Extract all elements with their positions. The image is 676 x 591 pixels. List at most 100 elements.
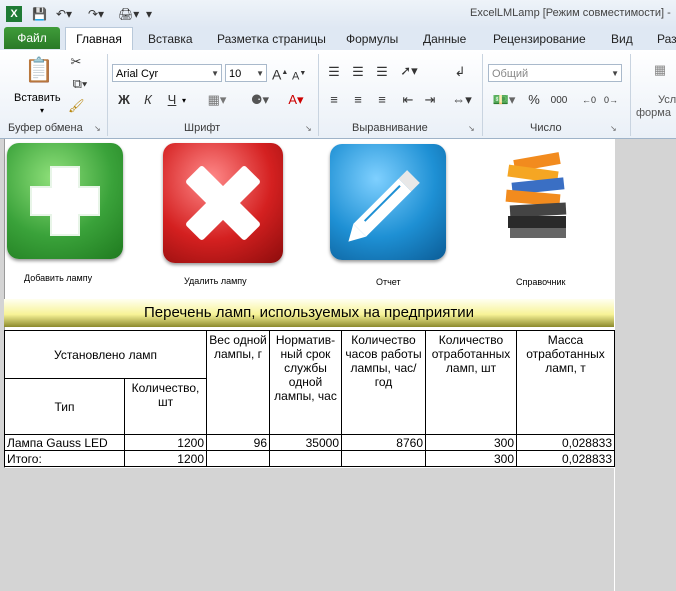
customize-toolbar-icon[interactable]: ▾: [146, 6, 152, 22]
italic-button[interactable]: К: [140, 92, 156, 108]
orientation-icon[interactable]: ➚▾: [398, 63, 420, 79]
bold-button[interactable]: Ж: [116, 92, 132, 108]
separator: [482, 54, 483, 136]
borders-icon[interactable]: ▦▾: [206, 92, 228, 108]
font-name-select[interactable]: Arial Cyr ▼: [112, 64, 222, 82]
header-work-hours: Количество часов работы лампы, час/год: [341, 330, 426, 435]
header-quantity: Количество, шт: [124, 378, 207, 435]
lamps-table: Установлено ламп Вес одной лампы, г Норм…: [4, 330, 615, 467]
align-left-icon[interactable]: ≡: [326, 92, 342, 108]
undo-icon[interactable]: ↶▾: [56, 6, 72, 22]
clipboard-launcher-icon[interactable]: ↘: [94, 124, 101, 133]
header-installed: Установлено ламп: [4, 330, 207, 379]
add-lamp-label: Добавить лампу: [24, 273, 93, 283]
alignment-launcher-icon[interactable]: ↘: [468, 124, 475, 133]
report-button[interactable]: [330, 144, 446, 260]
conditional-formatting-label-2[interactable]: форма: [636, 107, 671, 119]
conditional-formatting-label-1[interactable]: Усл: [658, 94, 676, 106]
align-bottom-icon[interactable]: ☰: [374, 64, 390, 80]
binders-icon: [505, 152, 567, 238]
font-launcher-icon[interactable]: ↘: [305, 124, 312, 133]
number-format-value: Общий: [492, 68, 529, 80]
thousands-button[interactable]: 000: [548, 93, 570, 109]
print-icon[interactable]: 🖨▾: [118, 6, 139, 22]
tab-file[interactable]: Файл: [4, 27, 60, 49]
grow-font-icon[interactable]: A▲: [272, 65, 288, 83]
sheet-empty-area[interactable]: [4, 468, 614, 591]
paste-button[interactable]: Вставить: [14, 92, 61, 104]
currency-icon[interactable]: 💵▾: [490, 92, 518, 108]
plus-icon: [30, 166, 100, 236]
paste-icon[interactable]: 📋: [24, 56, 54, 86]
number-format-select[interactable]: Общий ▼: [488, 64, 622, 82]
chevron-down-icon: ▼: [256, 69, 264, 78]
increase-indent-icon[interactable]: ⇥: [422, 92, 438, 108]
fill-color-icon[interactable]: ⚈▾: [248, 92, 272, 108]
total-row: Итого: 1200 300 0,028833: [4, 450, 615, 467]
font-color-icon[interactable]: A▾: [284, 92, 308, 108]
group-clipboard-label: Буфер обмена: [8, 122, 83, 134]
tab-home[interactable]: Главная: [65, 27, 133, 51]
copy-icon[interactable]: ⧉▾: [68, 76, 92, 92]
cell-spent-mass[interactable]: 0,028833: [516, 434, 615, 451]
number-launcher-icon[interactable]: ↘: [610, 124, 617, 133]
align-center-icon[interactable]: ≡: [350, 92, 366, 108]
cell-empty[interactable]: [341, 450, 426, 467]
cell-work-hours[interactable]: 8760: [341, 434, 426, 451]
underline-button[interactable]: Ч: [164, 92, 180, 108]
group-number-label: Число: [530, 122, 562, 134]
cell-empty[interactable]: [206, 450, 270, 467]
font-size-select[interactable]: 10 ▼: [225, 64, 267, 82]
font-name-value: Arial Cyr: [116, 68, 159, 80]
decrease-indent-icon[interactable]: ⇤: [400, 92, 416, 108]
delete-lamp-label: Удалить лампу: [184, 276, 247, 286]
cut-icon[interactable]: ✂: [68, 54, 84, 70]
paste-dropdown-icon[interactable]: ▾: [40, 106, 44, 115]
format-painter-icon[interactable]: 🖌: [68, 98, 85, 114]
tab-developer[interactable]: Раз: [657, 32, 676, 46]
tab-page-layout[interactable]: Разметка страницы: [217, 32, 326, 46]
add-lamp-button[interactable]: [7, 143, 123, 259]
increase-decimal-icon[interactable]: ←0: [580, 92, 598, 108]
conditional-formatting-icon[interactable]: ▦: [650, 62, 670, 92]
cell-quantity[interactable]: 1200: [124, 434, 207, 451]
decrease-decimal-icon[interactable]: 0→: [602, 92, 620, 108]
header-type: Тип: [4, 378, 125, 435]
align-right-icon[interactable]: ≡: [374, 92, 390, 108]
cell-type[interactable]: Лампа Gauss LED: [4, 434, 125, 451]
percent-button[interactable]: %: [526, 92, 542, 108]
cell-total-quantity[interactable]: 1200: [124, 450, 207, 467]
cell-total-label[interactable]: Итого:: [4, 450, 125, 467]
align-middle-icon[interactable]: ☰: [350, 64, 366, 80]
tab-view[interactable]: Вид: [611, 32, 633, 46]
cell-spent-count[interactable]: 300: [425, 434, 517, 451]
directory-button[interactable]: [484, 150, 580, 246]
report-label: Отчет: [376, 277, 401, 287]
tab-insert[interactable]: Вставка: [148, 32, 193, 46]
tab-review[interactable]: Рецензирование: [493, 32, 586, 46]
table-title-banner: Перечень ламп, используемых на предприят…: [4, 299, 614, 327]
cell-empty[interactable]: [269, 450, 342, 467]
save-icon[interactable]: 💾: [32, 6, 47, 22]
redo-icon[interactable]: ↷▾: [88, 6, 104, 22]
wrap-text-icon[interactable]: ↲: [452, 64, 468, 80]
cell-total-spent[interactable]: 300: [425, 450, 517, 467]
header-spent-count: Количество отработанных ламп, шт: [425, 330, 517, 435]
merge-cells-icon[interactable]: ⇔▾: [450, 92, 474, 108]
cell-service-life[interactable]: 35000: [269, 434, 342, 451]
delete-lamp-button[interactable]: [163, 143, 283, 263]
cell-weight[interactable]: 96: [206, 434, 270, 451]
tab-formulas[interactable]: Формулы: [346, 32, 398, 46]
header-weight: Вес одной лампы, г: [206, 330, 270, 435]
tab-data[interactable]: Данные: [423, 32, 466, 46]
directory-label: Справочник: [516, 277, 566, 287]
align-top-icon[interactable]: ☰: [326, 64, 342, 80]
title-bar: X 💾 ↶▾ ↷▾ 🖨▾ ▾ ExcelLMLamp [Режим совмес…: [0, 0, 676, 28]
cell-total-mass[interactable]: 0,028833: [516, 450, 615, 467]
underline-dropdown-icon[interactable]: ▾: [182, 96, 186, 105]
excel-app-icon[interactable]: X: [6, 6, 22, 22]
shrink-font-icon[interactable]: A▼: [292, 66, 306, 85]
header-service-life: Норматив-ный срок службы одной лампы, ча…: [269, 330, 342, 435]
header-spent-mass: Масса отработанных ламп, т: [516, 330, 615, 435]
ribbon: 📋 Вставить ▾ ✂ ⧉▾ 🖌 Буфер обмена ↘ Arial…: [0, 50, 676, 139]
